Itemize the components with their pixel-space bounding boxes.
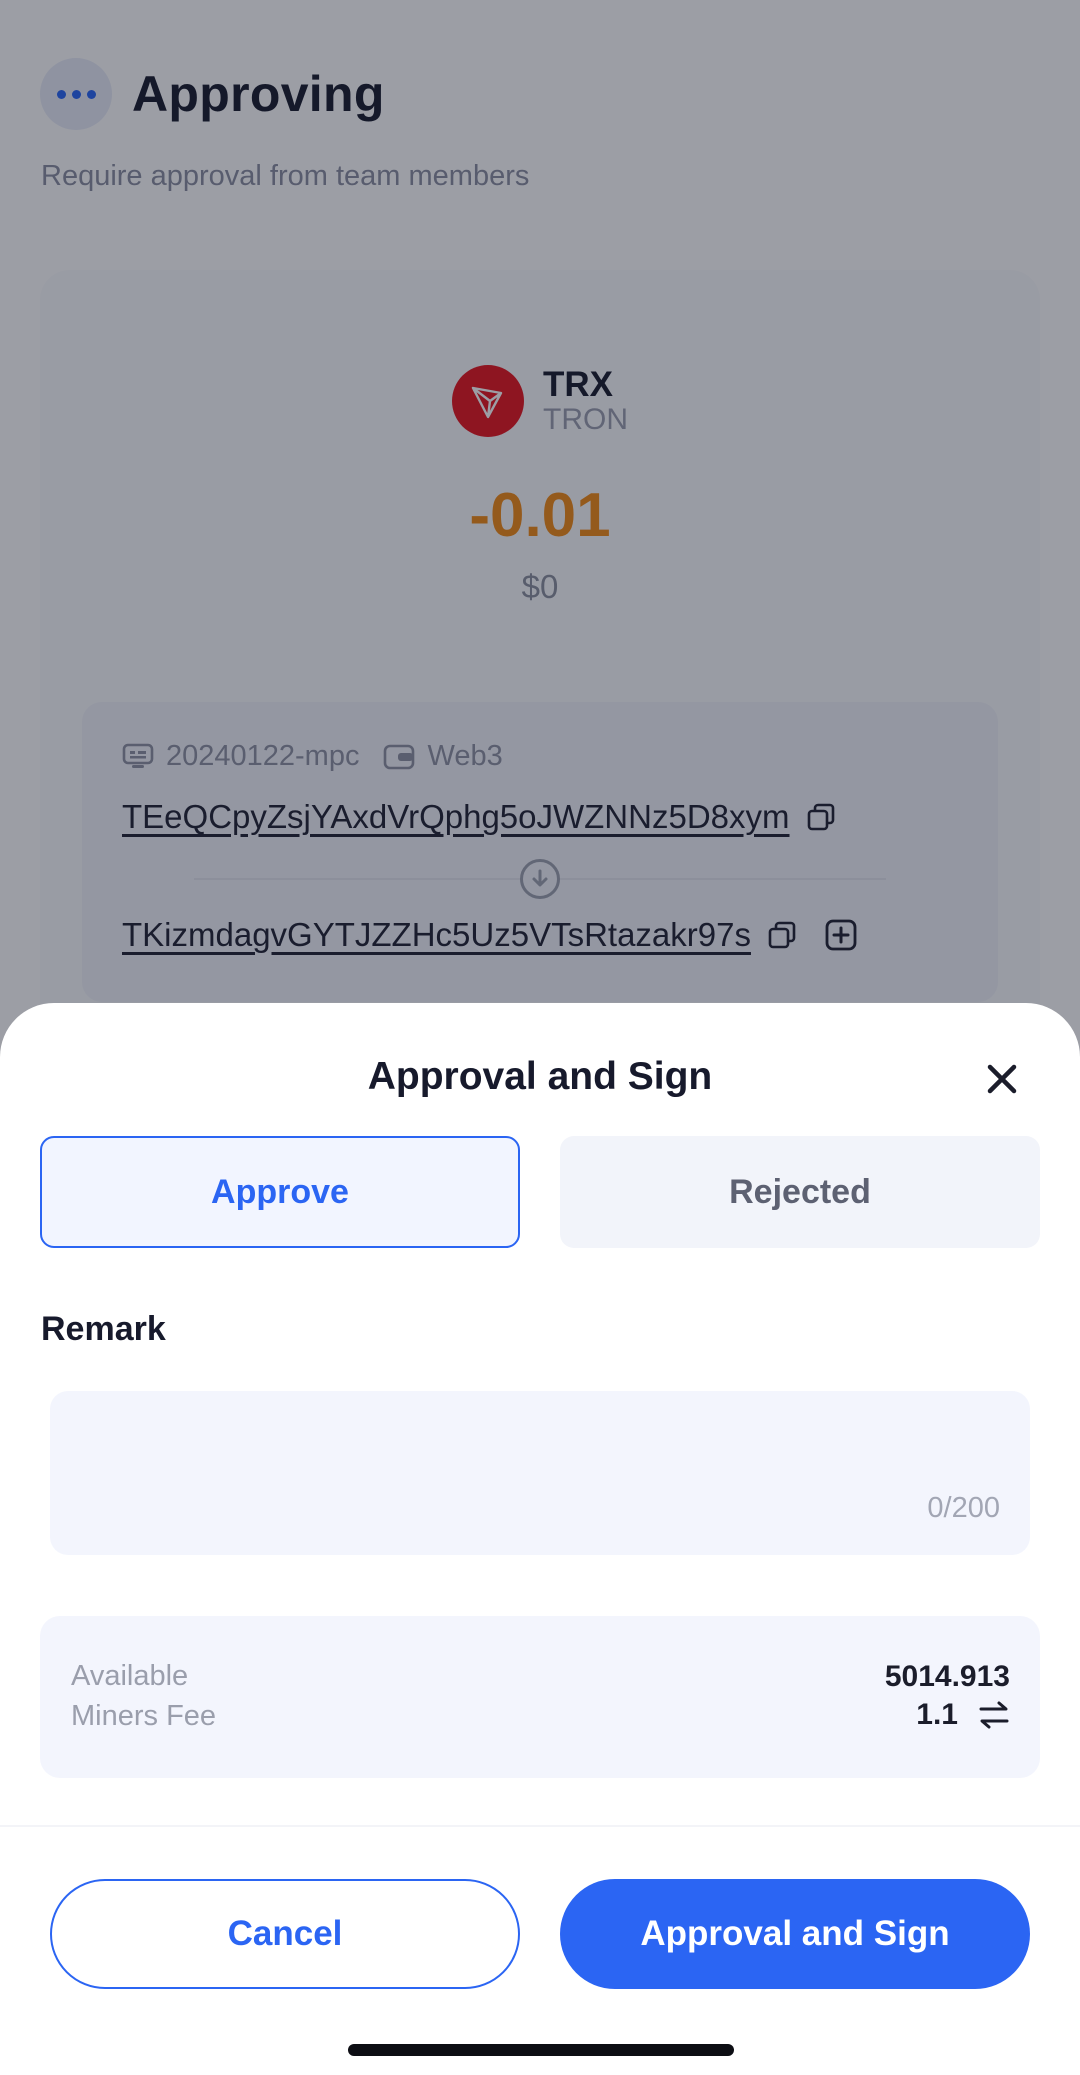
- approval-and-sign-button[interactable]: Approval and Sign: [560, 1879, 1030, 1989]
- fee-value-row: 1.1: [916, 1698, 1010, 1732]
- cancel-button[interactable]: Cancel: [50, 1879, 520, 1989]
- fee-summary: Available 5014.913 Miners Fee 1.1: [40, 1616, 1040, 1778]
- remark-counter: 0/200: [927, 1492, 1000, 1524]
- close-icon[interactable]: [982, 1059, 1022, 1099]
- sheet-title: Approval and Sign: [367, 1055, 713, 1098]
- fee-value: 1.1: [916, 1698, 958, 1731]
- approve-option[interactable]: Approve: [40, 1136, 520, 1248]
- remark-label: Remark: [41, 1310, 166, 1348]
- reject-option[interactable]: Rejected: [560, 1136, 1040, 1248]
- available-label: Available: [71, 1660, 189, 1692]
- available-value: 5014.913: [884, 1660, 1010, 1693]
- footer-divider: [0, 1825, 1080, 1827]
- swap-icon[interactable]: [978, 1700, 1010, 1730]
- remark-input[interactable]: 0/200: [50, 1391, 1030, 1555]
- fee-label: Miners Fee: [71, 1700, 217, 1732]
- approval-sheet: Approval and Sign Approve Rejected Remar…: [0, 1003, 1080, 2075]
- home-indicator[interactable]: [348, 2044, 734, 2056]
